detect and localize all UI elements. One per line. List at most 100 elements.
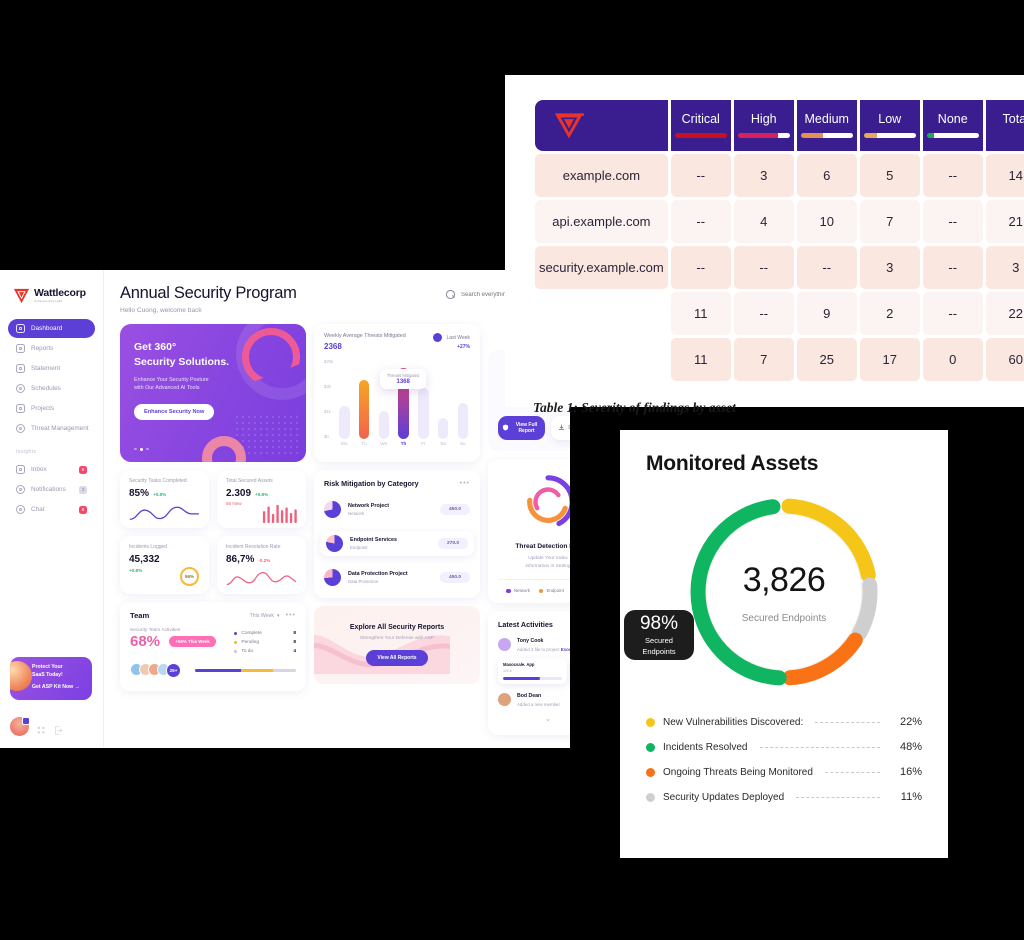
carousel-dots[interactable] <box>134 447 149 451</box>
sidebar: Wattlecorp Cybersecurity Labs Dashboard … <box>0 270 104 748</box>
promo-card[interactable]: Protect Your SaaS Today! Get ASP Kit Now… <box>10 657 92 700</box>
enhance-security-button[interactable]: Enhance Security Now <box>134 404 215 421</box>
apps-icon[interactable] <box>37 722 46 734</box>
briefcase-icon <box>16 404 25 413</box>
monitored-assets-donut-chart: 3,826 Secured Endpoints 98% Secured Endp… <box>624 492 884 692</box>
sidebar-item-projects[interactable]: Projects <box>8 399 95 418</box>
button-label: Download <box>568 425 570 431</box>
donut-center-value: 3,826 <box>742 560 826 599</box>
legend-label: Network <box>513 588 530 594</box>
sidebar-item-inbox[interactable]: Inbox 6 <box>8 460 95 479</box>
team-footer: 25+ <box>130 663 296 678</box>
sidebar-label: Dashboard <box>31 325 63 332</box>
sidebar-item-chat[interactable]: Chat 8 <box>8 500 95 519</box>
hero-sub-line1: Enhance Your Security Posture <box>134 376 209 383</box>
legend-label: Pending <box>241 640 259 645</box>
legend-dot-green <box>646 742 655 752</box>
stat-title: Total Secured Assets <box>226 478 273 484</box>
asset-name: security.example.com <box>535 245 668 289</box>
sidebar-item-threat-management[interactable]: Threat Management <box>8 419 95 438</box>
sidebar-item-reports[interactable]: Reports <box>8 339 95 358</box>
legend-value: 11% <box>900 791 922 803</box>
risk-list-item[interactable]: Network Project Network 450.0 <box>324 497 470 522</box>
sidebar-item-statement[interactable]: Statement <box>8 359 95 378</box>
chevron-down-icon[interactable]: ⌄ <box>498 714 570 723</box>
asset-name: api.example.com <box>535 199 668 243</box>
more-options-icon[interactable]: ••• <box>286 612 296 619</box>
risk-list-item[interactable]: Data Protection Project Data Protection … <box>324 565 470 590</box>
tooltip-label: Threats Mitigated <box>387 373 420 378</box>
legend-dot-pending <box>234 640 238 645</box>
page-subtitle: Hello Cuong, welcome back <box>120 307 202 314</box>
threat-detection-donut-chart <box>521 475 570 529</box>
view-full-report-button[interactable]: View Full Report <box>498 416 545 440</box>
team-period-select[interactable]: This Week ▾ <box>250 613 280 619</box>
activity-item[interactable]: Tony Cook Added 2 file to project Exod <box>498 638 570 652</box>
activity-item[interactable]: Bod Dean Added a new member <box>498 692 570 707</box>
hero-sub-line2: with Our Advanced AI Tools <box>134 385 200 392</box>
file-chip[interactable]: Maxocsale. App 12Kb <box>498 658 567 684</box>
chevron-down-icon: ▾ <box>277 612 280 619</box>
pie-icon <box>324 501 341 518</box>
stat-value: 45,332 <box>129 554 160 565</box>
bar-tu[interactable] <box>358 357 370 439</box>
sidebar-item-dashboard[interactable]: Dashboard <box>8 319 95 338</box>
carousel-dot[interactable] <box>145 447 149 451</box>
team-card: Team This Week ▾ ••• Security Team Activ… <box>120 602 306 691</box>
dashboard-column-middle: Weekly Average Threats Mitigated 2368 La… <box>314 324 480 735</box>
risk-list-item[interactable]: Endpoint Services Endpoint 270.0 <box>320 531 474 556</box>
cell-none: 0 <box>922 337 983 381</box>
severity-bar-none <box>926 133 979 138</box>
legend-item-incidents-resolved: Incidents Resolved 48% <box>646 741 922 753</box>
threat-detection-title: Threat Detection Met <box>515 543 570 550</box>
column-label: None <box>937 112 968 126</box>
y-tick: $0 <box>324 434 329 439</box>
hero-subtitle: Enhance Your Security Posture with Our A… <box>134 376 292 393</box>
cell-low: 7 <box>859 199 920 243</box>
avatar[interactable] <box>10 717 30 736</box>
dashboard-window: Wattlecorp Cybersecurity Labs Dashboard … <box>0 270 570 748</box>
avatar-more-count[interactable]: 25+ <box>166 663 181 678</box>
bar-sa[interactable] <box>437 357 449 439</box>
cell-critical: 11 <box>670 291 731 335</box>
bar-su[interactable] <box>457 357 468 439</box>
sidebar-item-schedules[interactable]: Schedules <box>8 379 95 398</box>
download-button[interactable]: Download <box>551 416 570 440</box>
cell-none: -- <box>922 199 983 243</box>
legend-dash-fill <box>815 721 880 723</box>
promo-line2: SaaS Today! <box>32 671 63 678</box>
document-icon <box>16 364 25 373</box>
logout-icon[interactable] <box>54 722 63 735</box>
promo-cta[interactable]: Get ASP Kit Now → <box>32 684 85 690</box>
legend-item: Endpoint <box>538 588 564 594</box>
more-options-icon[interactable]: ••• <box>460 480 470 487</box>
sidebar-label: Statement <box>31 365 61 372</box>
carousel-dot-active[interactable] <box>139 447 143 451</box>
cell-total: 22 <box>985 291 1024 335</box>
severity-bar-low <box>863 133 916 138</box>
bar-mo[interactable] <box>339 357 350 439</box>
carousel-dot[interactable] <box>134 447 137 451</box>
column-header-high: High <box>733 100 794 151</box>
risk-name: Data Protection Project <box>348 571 408 577</box>
sidebar-item-notifications[interactable]: Notifications 3 <box>8 480 95 499</box>
cell-none: -- <box>922 153 983 197</box>
weekly-chart-plot: $20k $3k $1k $0 Threats Mitigated 1368 M… <box>324 357 470 453</box>
badge-label-line1: Secured <box>645 636 673 646</box>
team-progress-bar <box>195 668 296 673</box>
cell-critical: -- <box>670 245 731 289</box>
legend-label: Endpoint <box>546 588 564 594</box>
donut-center-label: Secured Endpoints <box>741 612 827 624</box>
view-all-reports-button[interactable]: View All Reports <box>366 650 428 666</box>
chat-icon <box>16 505 25 514</box>
pie-icon <box>326 535 343 552</box>
legend-dash-fill <box>796 796 880 798</box>
activity-link[interactable]: Exod <box>561 647 570 652</box>
sidebar-label: Chat <box>31 506 45 513</box>
table-logo-cell <box>535 100 668 151</box>
legend-value: 16% <box>899 766 922 778</box>
secured-endpoints-badge: 98% Secured Endpoints <box>624 610 694 660</box>
explore-title: Explore All Security Reports <box>349 624 445 631</box>
y-tick: $1k <box>324 409 331 414</box>
severity-bar-total <box>990 133 1024 138</box>
